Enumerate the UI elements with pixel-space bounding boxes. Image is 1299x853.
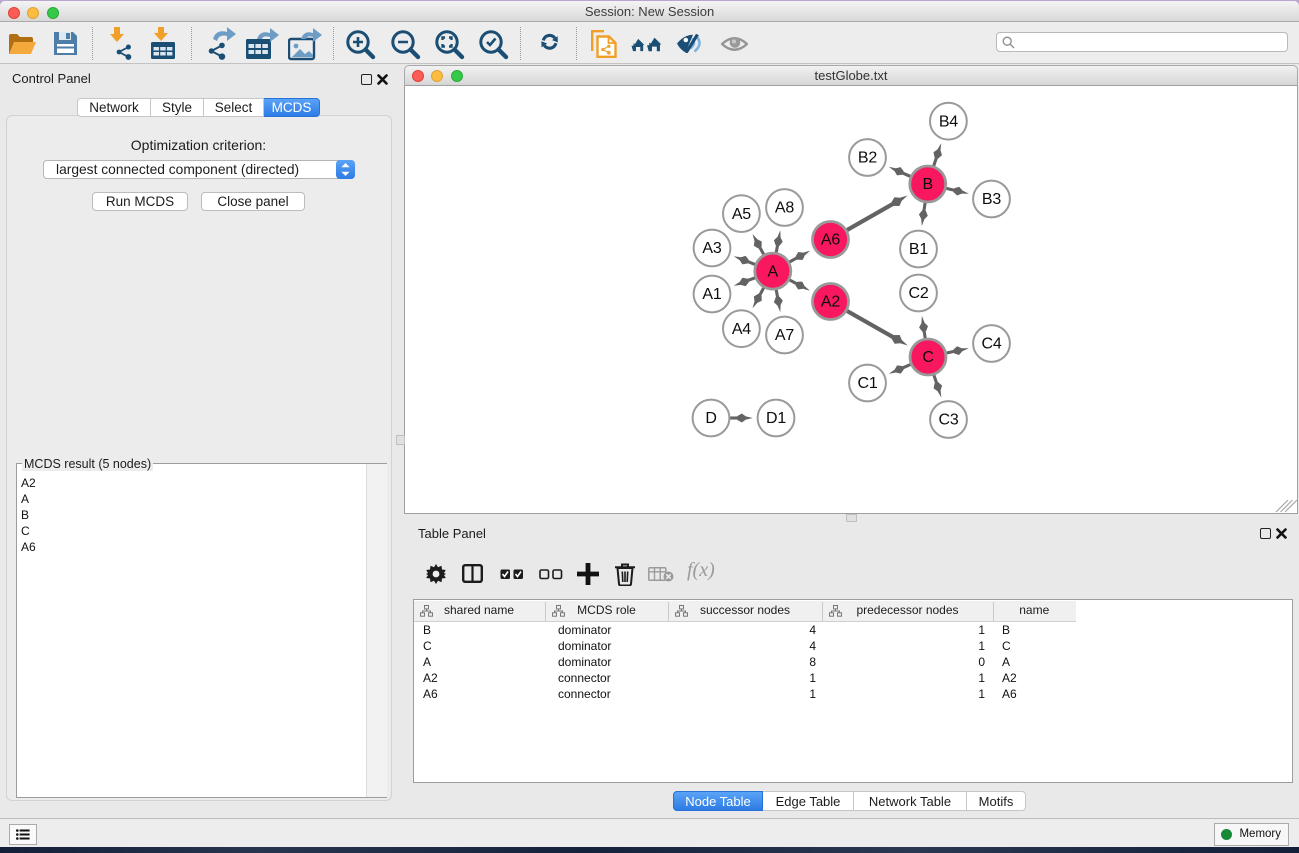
svg-text:B1: B1 <box>908 241 927 258</box>
svg-text:C1: C1 <box>857 375 877 392</box>
svg-text:A8: A8 <box>774 199 793 216</box>
svg-text:A: A <box>767 263 778 280</box>
svg-text:C: C <box>922 349 933 366</box>
svg-text:A6: A6 <box>820 231 839 248</box>
svg-text:A4: A4 <box>731 320 750 337</box>
svg-text:A5: A5 <box>731 205 750 222</box>
svg-text:B2: B2 <box>857 149 876 166</box>
svg-text:D: D <box>705 410 716 427</box>
svg-text:D1: D1 <box>765 410 785 427</box>
svg-text:C4: C4 <box>981 335 1001 352</box>
svg-text:A1: A1 <box>702 286 721 303</box>
svg-text:C3: C3 <box>938 411 958 428</box>
svg-text:B: B <box>922 176 932 193</box>
svg-text:B4: B4 <box>938 113 957 130</box>
svg-text:A7: A7 <box>774 327 793 344</box>
svg-text:B3: B3 <box>981 191 1000 208</box>
svg-text:A2: A2 <box>820 293 839 310</box>
svg-text:A3: A3 <box>702 240 721 257</box>
svg-text:C2: C2 <box>908 285 928 302</box>
